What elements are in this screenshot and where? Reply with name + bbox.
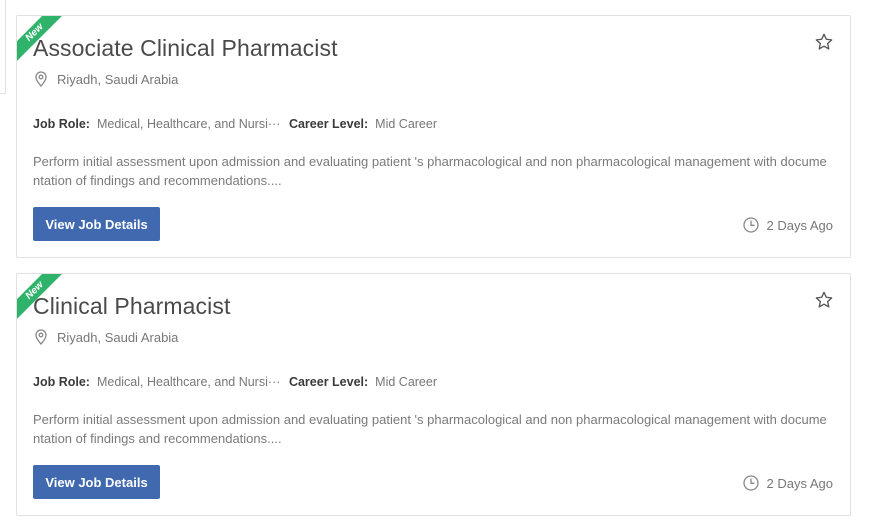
posted-date: 2 Days Ago: [742, 475, 834, 491]
left-panel-edge: [0, 0, 6, 94]
job-title[interactable]: Clinical Pharmacist: [33, 293, 230, 320]
job-location: Riyadh, Saudi Arabia: [34, 71, 178, 87]
career-level-value: Mid Career: [375, 117, 437, 131]
clock-icon: [742, 217, 759, 233]
view-job-details-button[interactable]: View Job Details: [33, 207, 160, 241]
career-level-label: Career Level:: [288, 375, 369, 389]
job-role-label: Job Role:: [33, 117, 90, 131]
posted-text: 2 Days Ago: [766, 217, 834, 233]
job-meta: Job Role: Medical, Healthcare, and Nursi…: [33, 375, 437, 389]
job-meta: Job Role: Medical, Healthcare, and Nursi…: [33, 117, 437, 131]
star-outline-icon[interactable]: [814, 290, 834, 310]
career-level-value: Mid Career: [375, 375, 437, 389]
posted-text: 2 Days Ago: [766, 475, 834, 491]
job-card: New Associate Clinical Pharmacist Riyadh…: [16, 15, 851, 258]
location-text: Riyadh, Saudi Arabia: [57, 329, 179, 345]
job-description: Perform initial assessment upon admissio…: [33, 412, 827, 446]
job-location: Riyadh, Saudi Arabia: [34, 329, 178, 345]
star-outline-icon[interactable]: [814, 32, 834, 52]
map-pin-icon: [35, 71, 47, 87]
job-role-label: Job Role:: [33, 375, 90, 389]
view-job-details-button[interactable]: View Job Details: [33, 465, 160, 499]
job-list: New Associate Clinical Pharmacist Riyadh…: [16, 15, 851, 531]
map-pin-icon: [35, 329, 47, 345]
posted-date: 2 Days Ago: [742, 217, 834, 233]
job-title[interactable]: Associate Clinical Pharmacist: [33, 35, 338, 62]
job-role-value: Medical, Healthcare, and Nursi···: [96, 375, 281, 389]
location-text: Riyadh, Saudi Arabia: [57, 71, 179, 87]
clock-icon: [742, 475, 759, 491]
job-description: Perform initial assessment upon admissio…: [33, 154, 827, 188]
job-role-value: Medical, Healthcare, and Nursi···: [96, 117, 281, 131]
job-card: New Clinical Pharmacist Riyadh, Saudi Ar…: [16, 273, 851, 516]
career-level-label: Career Level:: [288, 117, 369, 131]
